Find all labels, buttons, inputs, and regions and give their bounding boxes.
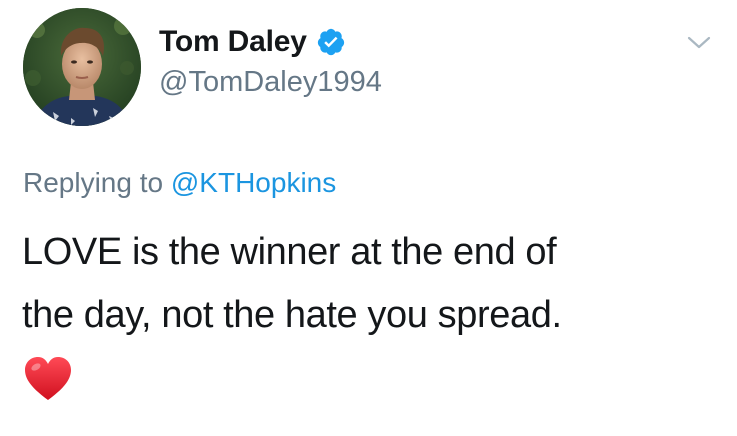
red-heart-icon xyxy=(23,356,73,402)
user-handle[interactable]: @TomDaley1994 xyxy=(159,66,382,99)
chevron-down-icon[interactable] xyxy=(686,34,712,52)
name-row: Tom Daley xyxy=(159,24,346,60)
replying-to-label: Replying to xyxy=(23,167,164,198)
avatar-photo xyxy=(23,8,141,126)
reply-mention-link[interactable]: @KTHopkins xyxy=(171,167,336,198)
replying-to-line: Replying to @KTHopkins xyxy=(23,167,336,199)
tweet-text-line: the day, not the hate you spread. xyxy=(22,294,562,336)
tweet-card: Tom Daley @TomDaley1994 Replying to @KTH… xyxy=(0,0,737,436)
tweet-text-line: LOVE is the winner at the end of xyxy=(22,231,557,273)
avatar[interactable] xyxy=(23,8,141,126)
display-name[interactable]: Tom Daley xyxy=(159,25,307,59)
tweet-text: LOVE is the winner at the end of the day… xyxy=(22,221,722,347)
verified-badge-icon xyxy=(316,27,346,57)
